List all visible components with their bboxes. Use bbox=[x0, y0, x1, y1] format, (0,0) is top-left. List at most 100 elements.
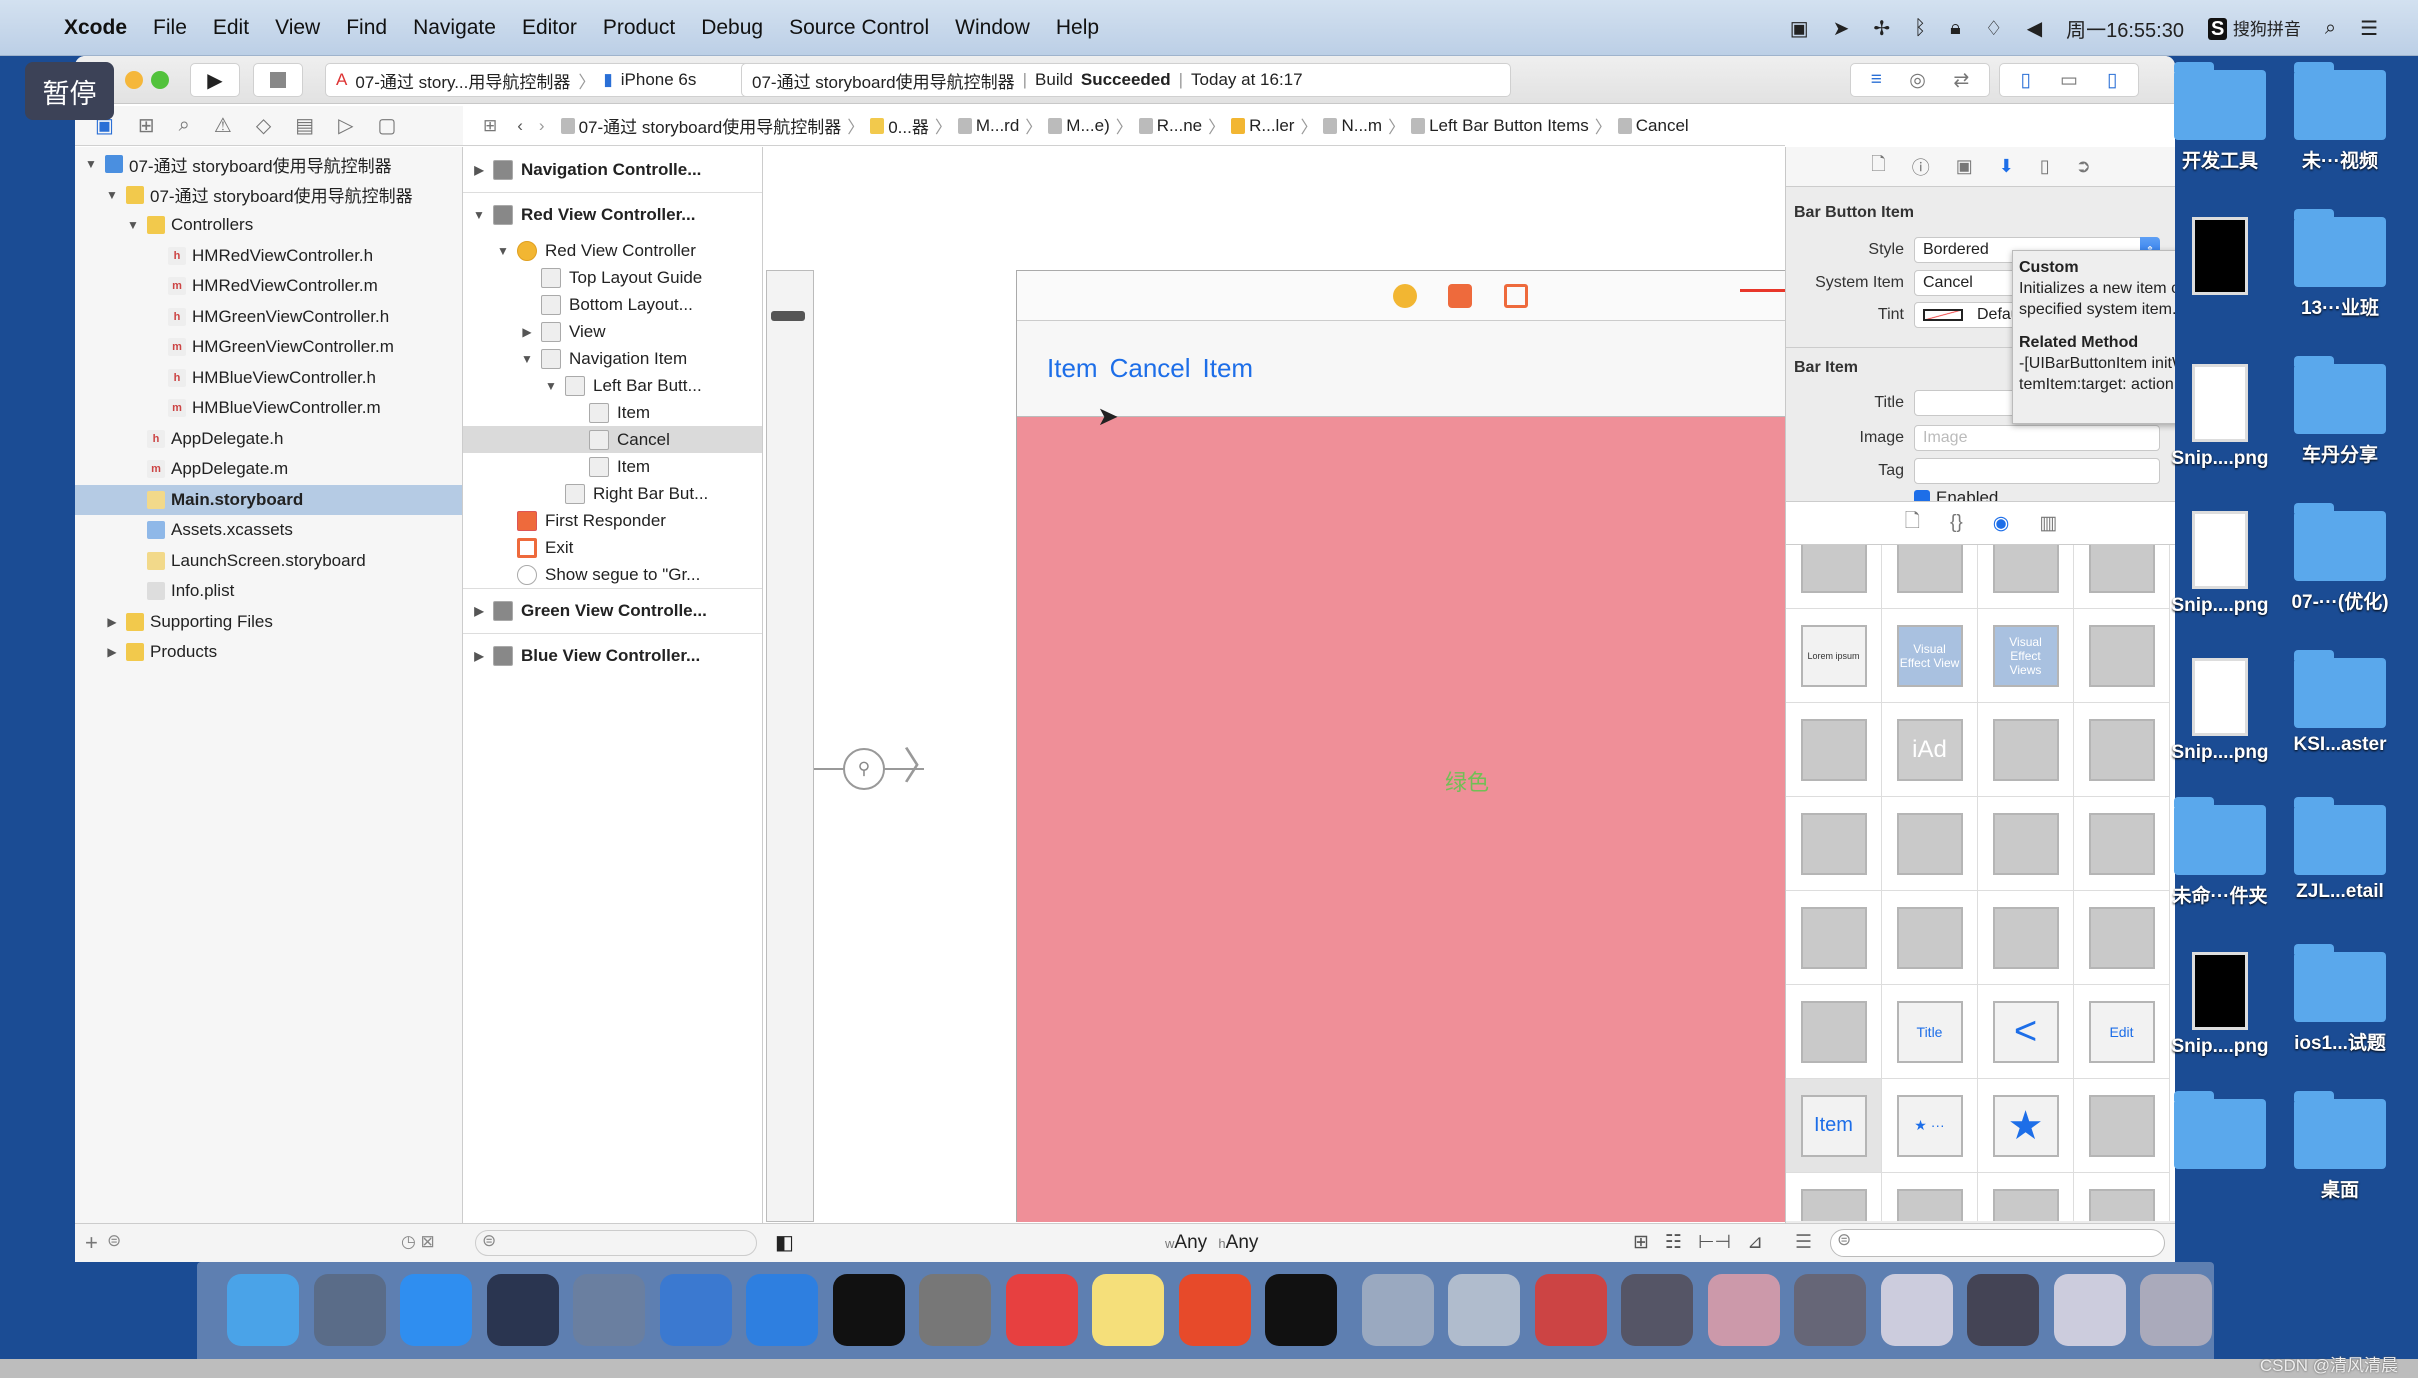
volume-icon[interactable]: ◀ bbox=[2027, 16, 2042, 41]
outline-item[interactable]: Bottom Layout... bbox=[463, 291, 762, 318]
outline-item[interactable]: ▼ Left Bar Butt... bbox=[463, 372, 762, 399]
lock-icon[interactable]: 🔒︎ bbox=[1950, 17, 1961, 40]
disclosure-open-icon[interactable]: ▼ bbox=[495, 244, 511, 258]
view-controller-icon[interactable] bbox=[1393, 284, 1417, 308]
storyboard-canvas[interactable]: ⚲ 〉 Item Cancel Item 绿色 ➤ bbox=[763, 147, 1851, 1223]
library-object[interactable] bbox=[1786, 703, 1882, 797]
desktop-item[interactable]: 未命···件夹 bbox=[2160, 797, 2280, 908]
library-object[interactable] bbox=[1882, 891, 1978, 985]
library-object[interactable] bbox=[2074, 609, 2170, 703]
file-inspector-icon[interactable]: 🗋︎ bbox=[1871, 152, 1885, 182]
size-inspector-icon[interactable]: ▯ bbox=[2040, 156, 2050, 177]
library-object[interactable]: ★ ··· bbox=[1882, 1079, 1978, 1173]
minimize-button[interactable] bbox=[125, 71, 143, 89]
library-object[interactable] bbox=[1978, 797, 2074, 891]
code-snippet-library-icon[interactable]: {} bbox=[1950, 512, 1963, 534]
dock-finder-icon[interactable] bbox=[227, 1274, 299, 1346]
outline-item[interactable]: Top Layout Guide bbox=[463, 264, 762, 291]
dock-exec-icon[interactable] bbox=[1265, 1274, 1337, 1346]
library-filter-field[interactable]: ⊜ bbox=[1830, 1229, 2165, 1257]
file-template-library-icon[interactable]: 🗋︎ bbox=[1905, 507, 1920, 539]
outline-item[interactable]: ▶ Blue View Controller... bbox=[463, 633, 762, 678]
jump-bar-item[interactable]: R...ler bbox=[1231, 113, 1294, 138]
navigator-item[interactable]: m AppDelegate.m bbox=[75, 454, 462, 485]
dock-file-icon[interactable] bbox=[1361, 1274, 1434, 1346]
library-object[interactable]: Visual Effect View bbox=[1882, 609, 1978, 703]
back-button[interactable]: ‹ bbox=[517, 116, 523, 136]
nav-item-right[interactable]: Item bbox=[1203, 353, 1254, 384]
library-object[interactable] bbox=[1978, 545, 2074, 609]
version-editor-icon[interactable]: ⇄ bbox=[1953, 69, 1969, 92]
library-object[interactable]: Edit bbox=[2074, 985, 2170, 1079]
navigator-item[interactable]: m HMBlueViewController.m bbox=[75, 393, 462, 424]
dock-wps-icon[interactable] bbox=[1178, 1274, 1251, 1346]
wifi-icon[interactable]: ♢ bbox=[1985, 16, 2003, 41]
ime-menu[interactable]: S 搜狗拼音 bbox=[2207, 15, 2301, 41]
disclosure-closed-icon[interactable]: ▶ bbox=[104, 645, 120, 659]
navigator-item[interactable]: ▼ Controllers bbox=[75, 210, 462, 241]
jump-bar-item[interactable]: M...e) bbox=[1048, 113, 1110, 138]
outline-item[interactable]: ▼ Navigation Item bbox=[463, 345, 762, 372]
outline-item[interactable]: Exit bbox=[463, 534, 762, 561]
outline-item[interactable]: ▶ Navigation Controlle... bbox=[463, 147, 762, 192]
disclosure-closed-icon[interactable]: ▶ bbox=[471, 649, 487, 663]
zoom-button[interactable] bbox=[151, 71, 169, 89]
desktop-item[interactable]: 车丹分享 bbox=[2280, 356, 2400, 467]
dock-trash-icon[interactable] bbox=[2140, 1274, 2212, 1346]
library-object[interactable] bbox=[2074, 891, 2170, 985]
library-object[interactable]: iAd bbox=[1882, 703, 1978, 797]
add-file-button[interactable]: + bbox=[85, 1230, 98, 1256]
image-field[interactable]: Image bbox=[1914, 425, 2160, 451]
partial-scene[interactable] bbox=[766, 270, 814, 1222]
disclosure-closed-icon[interactable]: ▶ bbox=[104, 615, 120, 629]
jump-bar-item[interactable]: N...m bbox=[1323, 113, 1382, 138]
dock-photo-booth-icon[interactable] bbox=[573, 1274, 645, 1346]
library-list-toggle-icon[interactable]: ☰ bbox=[1795, 1231, 1812, 1254]
library-object[interactable]: Lorem ipsum bbox=[1786, 609, 1882, 703]
exit-icon[interactable] bbox=[1504, 284, 1528, 308]
outline-item[interactable]: Right Bar But... bbox=[463, 480, 762, 507]
outline-item[interactable]: Show segue to "Gr... bbox=[463, 561, 762, 588]
navigator-item[interactable]: ▶ Products bbox=[75, 637, 462, 668]
jump-bar-item[interactable]: Cancel bbox=[1617, 113, 1689, 138]
navigator-toggle-icon[interactable]: ▯ bbox=[2021, 69, 2031, 92]
desktop-item[interactable]: Snip....png bbox=[2160, 364, 2280, 470]
dock-xmind-icon[interactable] bbox=[1005, 1274, 1078, 1346]
desktop-item[interactable]: KSI...aster bbox=[2280, 650, 2400, 756]
menu-file[interactable]: File bbox=[153, 16, 187, 40]
navigator-filter-field[interactable]: ⊜ bbox=[107, 1231, 447, 1255]
desktop-item[interactable]: 开发工具 bbox=[2160, 62, 2280, 173]
outline-item[interactable]: ▼ Red View Controller bbox=[463, 237, 762, 264]
clock[interactable]: 周一16:55:30 bbox=[2066, 14, 2184, 43]
library-object[interactable] bbox=[1978, 891, 2074, 985]
library-object[interactable] bbox=[1978, 1173, 2074, 1221]
navigator-item[interactable]: h HMGreenViewController.h bbox=[75, 302, 462, 333]
dock-document-icon[interactable] bbox=[1880, 1274, 1953, 1346]
menu-view[interactable]: View bbox=[275, 16, 320, 40]
hide-outline-icon[interactable]: ◧ bbox=[775, 1230, 794, 1255]
outline-item[interactable]: Item bbox=[463, 453, 762, 480]
desktop-item[interactable]: 桌面 bbox=[2280, 1091, 2400, 1202]
library-object[interactable] bbox=[1978, 703, 2074, 797]
dock-screen-icon[interactable] bbox=[1794, 1274, 1866, 1346]
enabled-checkbox[interactable] bbox=[1914, 490, 1930, 501]
disclosure-open-icon[interactable]: ▼ bbox=[125, 218, 141, 232]
identity-inspector-icon[interactable]: ▣ bbox=[1956, 156, 1973, 177]
library-object[interactable] bbox=[1882, 797, 1978, 891]
spotlight-icon[interactable]: ⌕ bbox=[2325, 17, 2336, 40]
menu-product[interactable]: Product bbox=[603, 16, 675, 40]
debug-toggle-icon[interactable]: ▭ bbox=[2060, 69, 2078, 92]
connections-inspector-icon[interactable]: ➲ bbox=[2076, 156, 2091, 177]
recent-files-icon[interactable]: ◷ ⊠ bbox=[401, 1232, 435, 1252]
navigator-item[interactable]: h AppDelegate.h bbox=[75, 424, 462, 455]
test-navigator-icon[interactable]: ◇ bbox=[256, 113, 271, 138]
navigator-item[interactable]: Info.plist bbox=[75, 576, 462, 607]
menu-editor[interactable]: Editor bbox=[522, 16, 577, 40]
jump-bar-item[interactable]: 07-通过 storyboard使用导航控制器 bbox=[560, 113, 841, 138]
disclosure-open-icon[interactable]: ▼ bbox=[471, 208, 487, 222]
jump-bar-item[interactable]: Left Bar Button Items bbox=[1411, 113, 1589, 138]
jump-bar-item[interactable]: 0...器 bbox=[870, 113, 929, 138]
navigator-item[interactable]: h HMRedViewController.h bbox=[75, 241, 462, 272]
navigator-item[interactable]: m HMGreenViewController.m bbox=[75, 332, 462, 363]
assistant-editor-icon[interactable]: ◎ bbox=[1909, 69, 1926, 92]
